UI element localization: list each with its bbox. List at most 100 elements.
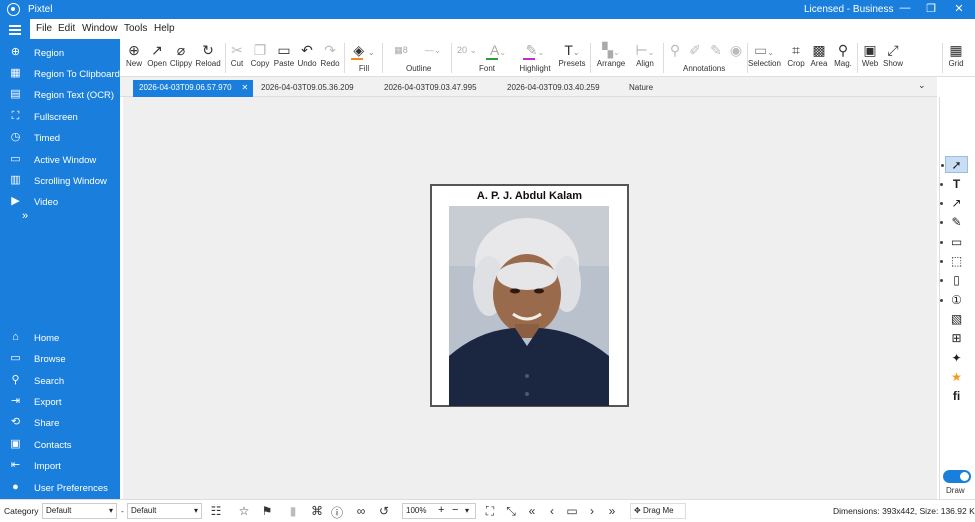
menu-file[interactable]: File [36,23,52,34]
star-tool[interactable]: ★ [945,369,968,386]
sidebar-item-import[interactable]: ⇤ Import [0,456,120,476]
preset-select[interactable]: Default ▾ [127,503,202,519]
redo-button[interactable]: ↷ Redo [320,41,340,68]
document-image[interactable]: A. P. J. Abdul Kalam [430,184,629,407]
tabs-dropdown-button[interactable]: ⌄ [918,80,926,91]
sidebar-item-region-text-ocr[interactable]: ▤ Region Text (OCR) [0,85,120,105]
web-button[interactable]: ▣ Web [860,41,880,68]
copy-button[interactable]: ❐ Copy [250,41,270,68]
tab-nature[interactable]: Nature [623,80,659,97]
fit-icon[interactable]: ⛶ [483,504,497,519]
grid-button[interactable]: ▦ Grid [946,41,966,68]
clippy-button[interactable]: ⌀ Clippy [169,41,193,68]
link-icon[interactable]: ∞ [354,504,368,518]
tab-close-icon[interactable]: ✕ [242,83,249,92]
menu-edit[interactable]: Edit [58,23,75,34]
menu-help[interactable]: Help [154,23,175,34]
pen-tool[interactable]: ✎ [940,214,968,231]
note-tool[interactable]: ▯ [940,272,968,289]
category-select[interactable]: Default ▾ [42,503,117,519]
tab-4[interactable]: 2026-04-03T09.03.40.259 [501,80,606,97]
magnifier-button[interactable]: ⚲ Mag. [832,41,854,68]
sidebar-item-user-preferences[interactable]: ● User Preferences [0,478,120,498]
prev-page-icon[interactable]: ‹ [545,504,559,518]
presets-dropdown[interactable]: T⌄ Presets [557,41,587,68]
annotation-tool-3[interactable]: ✎ [708,41,724,59]
tab-2[interactable]: 2026-04-03T09.05.36.209 [255,80,360,97]
zoom-out-icon[interactable]: − [452,503,458,517]
sidebar-item-fullscreen[interactable]: ⛶ Fullscreen [0,107,120,127]
minimize-button[interactable]: — [896,2,914,14]
highlight-dropdown[interactable]: ✎⌄ Highlight [518,41,552,73]
open-button[interactable]: ↗ Open [147,41,167,68]
reload-button[interactable]: ↻ Reload [195,41,221,68]
sidebar-item-active-window[interactable]: ▭ Active Window [0,150,120,170]
annotation-tool-4[interactable]: ◉ [728,41,744,59]
next-page-icon[interactable]: › [585,504,599,518]
zoom-in-icon[interactable]: + [438,503,444,517]
shrink-icon[interactable]: ⤡ [504,504,518,519]
annotation-tool-1[interactable]: ⚲ [667,41,683,59]
sidebar-item-browse[interactable]: ▭ Browse [0,349,120,369]
sidebar-more-button[interactable]: » [22,210,28,222]
rectangle-tool[interactable]: ▭ [940,234,968,251]
pointer-tool[interactable]: ➚ [941,156,968,173]
new-button[interactable]: ⊕ New [125,41,143,68]
sidebar-item-region-to-clipboard[interactable]: ▦ Region To Clipboard [0,64,120,84]
history-icon[interactable]: ↺ [377,504,391,518]
menu-window[interactable]: Window [82,23,118,34]
sidebar-item-region[interactable]: ⊕ Region [0,43,120,63]
sidebar-item-contacts[interactable]: ▣ Contacts [0,435,120,455]
close-button[interactable]: ✕ [950,2,968,15]
show-button[interactable]: ⤢ Show [882,41,904,68]
window-icon[interactable]: ▭ [565,504,579,518]
ligature-tool[interactable]: fi [945,388,968,405]
sidebar-item-search[interactable]: ⚲ Search [0,371,120,391]
draw-toggle[interactable] [943,470,971,483]
bookmark-icon[interactable]: ▮ [286,504,300,518]
menu-tools[interactable]: Tools [124,23,147,34]
cut-button[interactable]: ✂ Cut [229,41,245,68]
selection-dropdown[interactable]: ▭⌄ Selection [748,41,781,68]
selection-tool[interactable]: ⬚ [940,253,968,270]
paste-button[interactable]: ▭ Paste [273,41,295,68]
sidebar-item-scrolling-window[interactable]: ▥ Scrolling Window [0,171,120,191]
outline-size-dropdown[interactable]: ▦8 [386,41,416,59]
sidebar-item-video[interactable]: ▶ Video [0,192,120,212]
star-outline-icon[interactable]: ☆ [237,504,251,518]
drag-me-button[interactable]: ✥ Drag Me [630,503,686,519]
hamburger-menu-button[interactable] [0,19,30,39]
maximize-button[interactable]: ❐ [922,2,940,15]
font-color-dropdown[interactable]: A⌄ [483,41,513,60]
text-tool[interactable]: T [940,176,968,193]
outline-style-dropdown[interactable]: —⌄ [418,41,448,59]
tag-icon[interactable]: ⌘ [310,504,324,518]
arrow-tool[interactable]: ↗ [940,195,968,212]
image-tool[interactable]: ▧ [945,311,968,328]
last-page-icon[interactable]: » [605,504,619,518]
sidebar-item-timed[interactable]: ◷ Timed [0,128,120,148]
table-tool[interactable]: ⊞ [945,330,968,347]
sidebar-item-share[interactable]: ⟲ Share [0,413,120,433]
first-page-icon[interactable]: « [525,504,539,518]
list-icon[interactable]: ☷ [209,504,223,518]
zoom-control[interactable]: 100% + − ▾ [402,503,476,519]
info-icon[interactable]: ⓘ [330,504,344,521]
align-dropdown[interactable]: ⊢⌄ Align [630,41,660,68]
arrange-dropdown[interactable]: ▚⌄ Arrange [594,41,628,68]
flag-icon[interactable]: ⚑ [260,504,274,518]
tab-1[interactable]: 2026-04-03T09.06.57.970 ✕ [133,80,253,97]
tab-3[interactable]: 2026-04-03T09.03.47.995 [378,80,483,97]
crop-button[interactable]: ⌗ Crop [785,41,807,68]
fill-dropdown[interactable]: ◈ ⌄ Fill [349,41,379,73]
undo-button[interactable]: ↶ Undo [297,41,317,68]
counter-tool[interactable]: ① [940,292,968,309]
font-size-dropdown[interactable]: 20 ⌄ [454,41,480,59]
sidebar-item-export[interactable]: ⇥ Export [0,392,120,412]
magic-tool[interactable]: ✦ [945,350,968,367]
chevron-down-icon[interactable]: ▾ [465,504,469,518]
crosshair-icon: ⊕ [10,46,21,58]
annotation-tool-2[interactable]: ✐ [687,41,703,59]
sidebar-item-home[interactable]: ⌂ Home [0,328,120,348]
area-button[interactable]: ▩ Area [809,41,829,68]
